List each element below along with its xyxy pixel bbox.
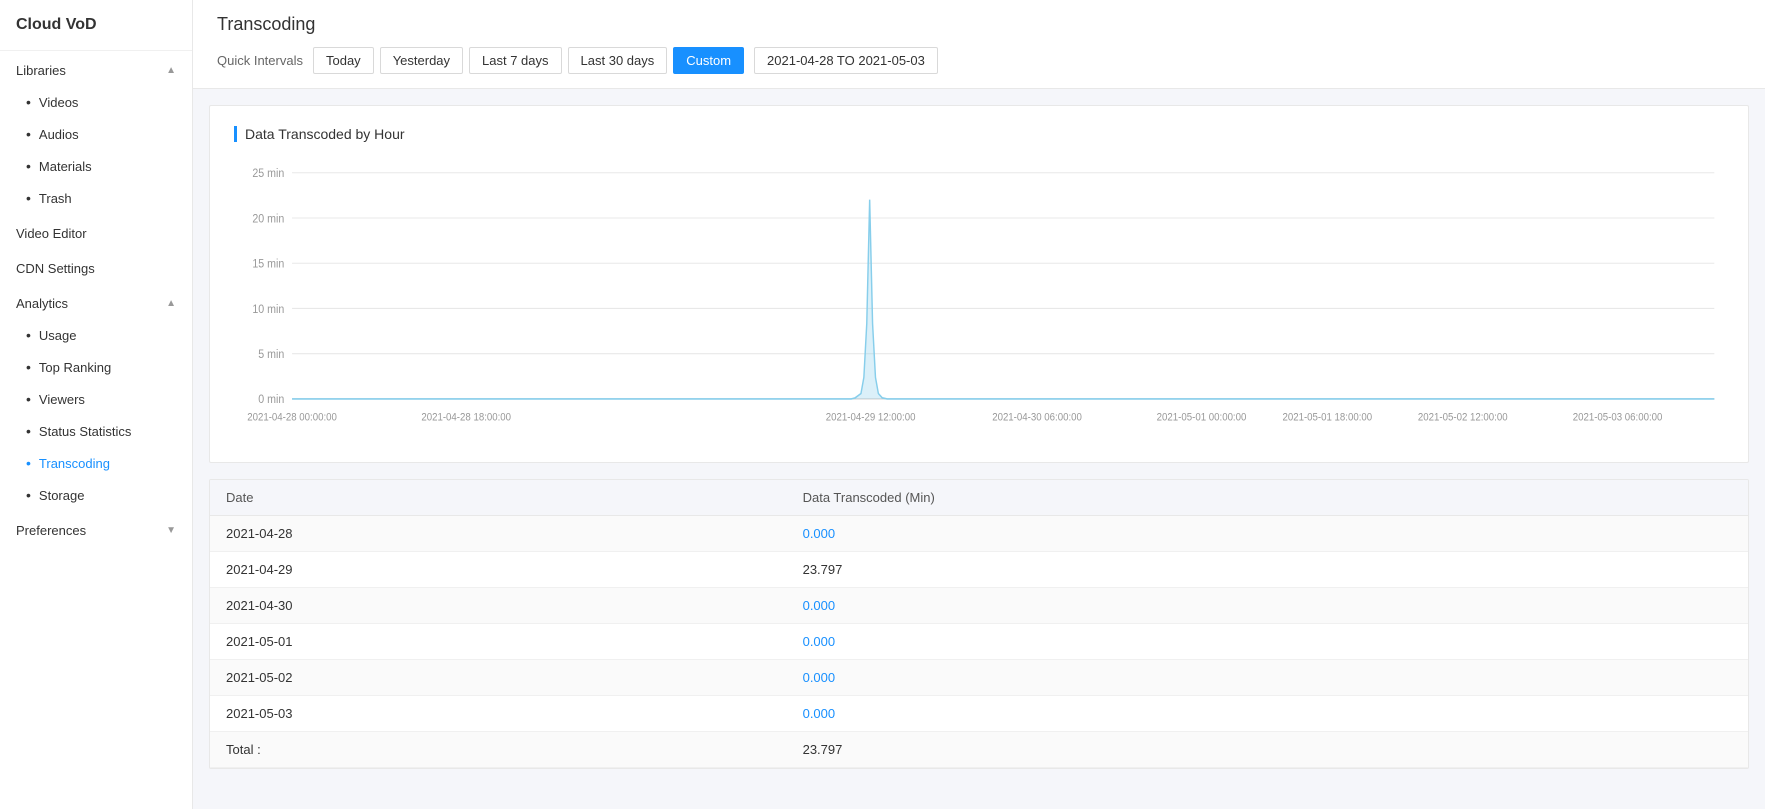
table-cell-date: 2021-05-02 bbox=[210, 660, 787, 696]
sidebar-item-videos[interactable]: Videos bbox=[0, 86, 192, 118]
preferences-section-header[interactable]: Preferences ▼ bbox=[0, 511, 192, 546]
page-header: Transcoding Quick Intervals Today Yester… bbox=[193, 0, 1765, 89]
svg-text:2021-05-02 12:00:00: 2021-05-02 12:00:00 bbox=[1418, 412, 1508, 424]
svg-text:25 min: 25 min bbox=[252, 168, 284, 181]
table-row: 2021-05-010.000 bbox=[210, 624, 1748, 660]
table-cell-value: 0.000 bbox=[787, 516, 1748, 552]
chart-container: 25 min 20 min 15 min 10 min 5 min 0 min bbox=[234, 162, 1724, 442]
svg-text:2021-04-30 06:00:00: 2021-04-30 06:00:00 bbox=[992, 412, 1082, 424]
table-cell-date: 2021-05-01 bbox=[210, 624, 787, 660]
svg-text:2021-05-03 06:00:00: 2021-05-03 06:00:00 bbox=[1573, 412, 1663, 424]
app-logo: Cloud VoD bbox=[0, 0, 192, 51]
preferences-chevron-icon: ▼ bbox=[166, 525, 176, 536]
col-date-header: Date bbox=[210, 480, 787, 516]
table-cell-value: 0.000 bbox=[787, 660, 1748, 696]
libraries-section-header[interactable]: Libraries ▲ bbox=[0, 51, 192, 86]
table-row: 2021-04-2923.797 bbox=[210, 552, 1748, 588]
quick-intervals-label: Quick Intervals bbox=[217, 53, 303, 68]
main-content-area: Transcoding Quick Intervals Today Yester… bbox=[193, 0, 1765, 809]
analytics-label: Analytics bbox=[16, 296, 68, 311]
table-total-row: Total : 23.797 bbox=[210, 732, 1748, 768]
table-cell-date: 2021-04-28 bbox=[210, 516, 787, 552]
sidebar-item-top-ranking[interactable]: Top Ranking bbox=[0, 351, 192, 383]
preferences-label: Preferences bbox=[16, 523, 86, 538]
yesterday-button[interactable]: Yesterday bbox=[380, 47, 463, 74]
libraries-chevron-icon: ▲ bbox=[166, 65, 176, 76]
video-editor-label: Video Editor bbox=[16, 226, 87, 241]
total-value: 23.797 bbox=[787, 732, 1748, 768]
table-cell-value: 23.797 bbox=[787, 552, 1748, 588]
table-cell-date: 2021-04-30 bbox=[210, 588, 787, 624]
svg-text:15 min: 15 min bbox=[252, 258, 284, 271]
last-30-days-button[interactable]: Last 30 days bbox=[568, 47, 668, 74]
table-cell-date: 2021-05-03 bbox=[210, 696, 787, 732]
svg-text:0 min: 0 min bbox=[258, 394, 284, 407]
table-header-row: Date Data Transcoded (Min) bbox=[210, 480, 1748, 516]
sidebar-item-viewers[interactable]: Viewers bbox=[0, 383, 192, 415]
last-7-days-button[interactable]: Last 7 days bbox=[469, 47, 562, 74]
sidebar-item-storage[interactable]: Storage bbox=[0, 479, 192, 511]
table-row: 2021-05-020.000 bbox=[210, 660, 1748, 696]
table-cell-value: 0.000 bbox=[787, 696, 1748, 732]
sidebar: Cloud VoD Libraries ▲ Videos Audios Mate… bbox=[0, 0, 193, 809]
transcoding-table: Date Data Transcoded (Min) 2021-04-280.0… bbox=[210, 480, 1748, 768]
col-data-header: Data Transcoded (Min) bbox=[787, 480, 1748, 516]
sidebar-item-transcoding[interactable]: Transcoding bbox=[0, 447, 192, 479]
svg-text:5 min: 5 min bbox=[258, 349, 284, 362]
custom-button[interactable]: Custom bbox=[673, 47, 744, 74]
svg-text:2021-04-28 00:00:00: 2021-04-28 00:00:00 bbox=[247, 412, 337, 424]
page-title: Transcoding bbox=[217, 14, 1741, 35]
today-button[interactable]: Today bbox=[313, 47, 374, 74]
sidebar-item-usage[interactable]: Usage bbox=[0, 319, 192, 351]
quick-intervals-bar: Quick Intervals Today Yesterday Last 7 d… bbox=[217, 47, 1741, 74]
date-range-display[interactable]: 2021-04-28 TO 2021-05-03 bbox=[754, 47, 938, 74]
table-row: 2021-04-280.000 bbox=[210, 516, 1748, 552]
libraries-label: Libraries bbox=[16, 63, 66, 78]
main-scrollable-content: Data Transcoded by Hour 25 min 20 min 15… bbox=[193, 89, 1765, 809]
svg-text:2021-05-01 00:00:00: 2021-05-01 00:00:00 bbox=[1157, 412, 1247, 424]
video-editor-item[interactable]: Video Editor bbox=[0, 214, 192, 249]
table-cell-value: 0.000 bbox=[787, 588, 1748, 624]
table-row: 2021-04-300.000 bbox=[210, 588, 1748, 624]
table-row: 2021-05-030.000 bbox=[210, 696, 1748, 732]
svg-text:2021-05-01 18:00:00: 2021-05-01 18:00:00 bbox=[1282, 412, 1372, 424]
analytics-section-header[interactable]: Analytics ▲ bbox=[0, 284, 192, 319]
chart-title: Data Transcoded by Hour bbox=[234, 126, 1724, 142]
sidebar-item-status-statistics[interactable]: Status Statistics bbox=[0, 415, 192, 447]
svg-text:20 min: 20 min bbox=[252, 213, 284, 226]
analytics-chevron-icon: ▲ bbox=[166, 298, 176, 309]
sidebar-item-audios[interactable]: Audios bbox=[0, 118, 192, 150]
data-table-section: Date Data Transcoded (Min) 2021-04-280.0… bbox=[209, 479, 1749, 769]
cdn-settings-label: CDN Settings bbox=[16, 261, 95, 276]
sidebar-item-trash[interactable]: Trash bbox=[0, 182, 192, 214]
svg-text:2021-04-29 12:00:00: 2021-04-29 12:00:00 bbox=[826, 412, 916, 424]
table-cell-value: 0.000 bbox=[787, 624, 1748, 660]
svg-text:2021-04-28 18:00:00: 2021-04-28 18:00:00 bbox=[421, 412, 511, 424]
svg-text:10 min: 10 min bbox=[252, 303, 284, 316]
cdn-settings-item[interactable]: CDN Settings bbox=[0, 249, 192, 284]
total-label: Total : bbox=[210, 732, 787, 768]
table-cell-date: 2021-04-29 bbox=[210, 552, 787, 588]
sidebar-item-materials[interactable]: Materials bbox=[0, 150, 192, 182]
chart-svg: 25 min 20 min 15 min 10 min 5 min 0 min bbox=[234, 162, 1724, 442]
chart-section: Data Transcoded by Hour 25 min 20 min 15… bbox=[209, 105, 1749, 463]
